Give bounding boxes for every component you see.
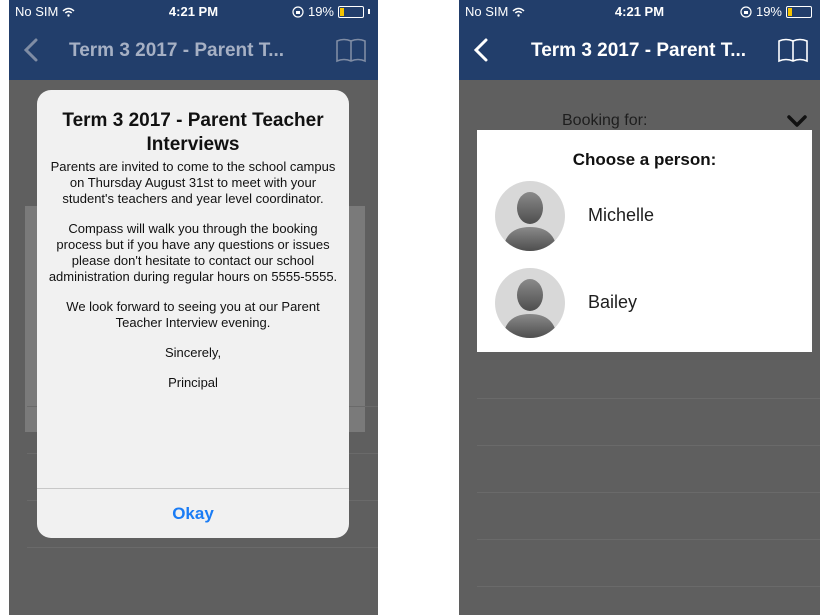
battery-fill bbox=[340, 7, 344, 16]
divider bbox=[477, 539, 820, 540]
battery-icon bbox=[338, 5, 364, 18]
status-right: 19% bbox=[292, 4, 370, 19]
battery-percent: 19% bbox=[307, 4, 334, 19]
nav-bar: Term 3 2017 - Parent T... bbox=[459, 22, 820, 80]
alert-message: Parents are invited to come to the schoo… bbox=[37, 157, 349, 391]
alert-paragraph: Parents are invited to come to the schoo… bbox=[50, 159, 336, 206]
person-option-michelle[interactable]: Michelle bbox=[495, 181, 795, 251]
alert-paragraph: Sincerely, bbox=[164, 345, 222, 360]
battery-fill bbox=[788, 7, 792, 16]
person-silhouette-icon bbox=[503, 279, 557, 338]
right-screen: No SIM 4:21 PM 19% Term 3 2017 - Parent … bbox=[459, 0, 820, 615]
chooser-title: Choose a person: bbox=[572, 150, 717, 169]
chevron-down-icon bbox=[787, 115, 807, 127]
booking-for-label: Booking for: bbox=[562, 112, 648, 129]
alert-paragraph: Principal bbox=[168, 375, 218, 390]
nav-title: Term 3 2017 - Parent T... bbox=[531, 40, 747, 61]
nav-title: Term 3 2017 - Parent T... bbox=[69, 40, 285, 61]
status-bar: No SIM 4:21 PM 19% bbox=[9, 0, 378, 22]
status-right: 19% bbox=[740, 4, 812, 19]
choose-person-sheet: Choose a person: Michelle Bailey bbox=[477, 130, 812, 352]
battery-tip bbox=[368, 9, 370, 14]
status-bar: No SIM 4:21 PM 19% bbox=[459, 0, 820, 22]
nav-bar: Term 3 2017 - Parent T... bbox=[9, 22, 378, 80]
avatar bbox=[495, 181, 565, 251]
battery-icon bbox=[786, 5, 812, 18]
divider bbox=[477, 586, 820, 587]
battery-percent: 19% bbox=[755, 4, 782, 19]
okay-button[interactable]: Okay bbox=[37, 489, 349, 538]
rotation-lock-icon bbox=[740, 5, 752, 18]
divider bbox=[477, 398, 820, 399]
alert-paragraph: Compass will walk you through the bookin… bbox=[48, 221, 338, 284]
person-name: Michelle bbox=[588, 205, 655, 225]
left-screen: No SIM 4:21 PM 19% Term 3 2017 - Parent … bbox=[9, 0, 378, 615]
back-chevron-left-icon[interactable] bbox=[19, 36, 45, 64]
alert-dialog: Term 3 2017 - Parent Teacher Interviews … bbox=[37, 90, 349, 538]
divider bbox=[27, 547, 378, 548]
person-name: Bailey bbox=[588, 292, 638, 312]
back-chevron-left-icon[interactable] bbox=[469, 36, 495, 64]
booking-for-selector[interactable]: Booking for: bbox=[459, 80, 820, 132]
divider bbox=[477, 492, 820, 493]
alert-title: Term 3 2017 - Parent Teacher Interviews bbox=[62, 110, 324, 155]
person-silhouette-icon bbox=[503, 192, 557, 251]
divider bbox=[477, 445, 820, 446]
avatar bbox=[495, 268, 565, 338]
person-option-bailey[interactable]: Bailey bbox=[495, 268, 795, 338]
alert-paragraph: We look forward to seeing you at our Par… bbox=[66, 299, 320, 330]
book-icon[interactable] bbox=[334, 36, 368, 64]
book-icon[interactable] bbox=[776, 36, 810, 64]
rotation-lock-icon bbox=[292, 5, 304, 18]
